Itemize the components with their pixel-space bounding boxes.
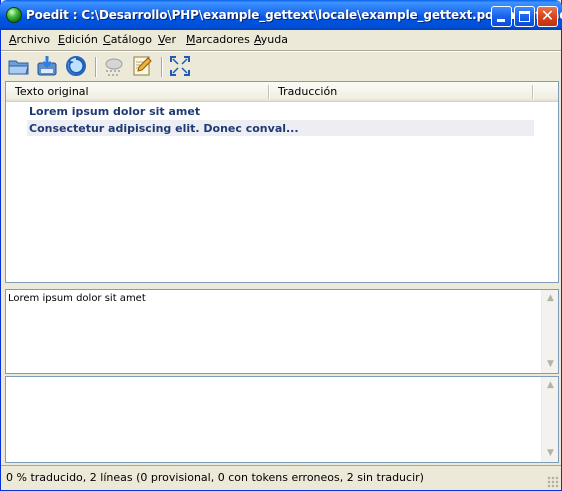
- window-title: Poedit : C:\Desarrollo\PHP\example_gette…: [26, 8, 562, 22]
- toolbar-separator: [95, 57, 97, 77]
- maximize-icon: [519, 11, 530, 22]
- fullscreen-button[interactable]: [168, 54, 192, 78]
- toolbar-separator-2: [161, 57, 163, 77]
- column-divider[interactable]: [268, 85, 270, 99]
- save-button[interactable]: [35, 54, 59, 78]
- column-divider-2[interactable]: [532, 85, 534, 99]
- status-bar: 0 % traducido, 2 líneas (0 provisional, …: [1, 465, 561, 490]
- menu-marcadores[interactable]: Marcadores: [186, 33, 250, 46]
- column-header-original[interactable]: Texto original: [15, 85, 89, 98]
- translation-text-pane[interactable]: ▲ ▼: [5, 376, 559, 463]
- app-window: Poedit : C:\Desarrollo\PHP\example_gette…: [0, 0, 562, 491]
- toolbar: [1, 52, 561, 80]
- list-row[interactable]: Consectetur adipiscing elit. Donec conva…: [27, 120, 534, 136]
- entries-list[interactable]: Texto original Traducción Lorem ipsum do…: [5, 81, 559, 283]
- source-text-pane[interactable]: Lorem ipsum dolor sit amet ▲ ▼: [5, 289, 559, 374]
- source-text: Lorem ipsum dolor sit amet: [8, 293, 146, 304]
- edit-comment-icon: [133, 56, 152, 76]
- translation-scrollbar[interactable]: ▲ ▼: [541, 377, 558, 462]
- status-text: 0 % traducido, 2 líneas (0 provisional, …: [6, 471, 424, 484]
- validate-button[interactable]: [101, 54, 125, 78]
- row-original-text: Lorem ipsum dolor sit amet: [29, 105, 201, 118]
- list-row[interactable]: Lorem ipsum dolor sit amet: [27, 103, 534, 119]
- scroll-up-icon[interactable]: ▲: [543, 378, 558, 393]
- maximize-button[interactable]: [514, 6, 535, 27]
- menu-ayuda[interactable]: Ayuda: [254, 33, 288, 46]
- minimize-icon: [497, 19, 505, 22]
- comment-button[interactable]: [130, 54, 154, 78]
- open-button[interactable]: [7, 54, 31, 78]
- title-bar[interactable]: Poedit : C:\Desarrollo\PHP\example_gette…: [0, 0, 562, 30]
- minimize-button[interactable]: [491, 6, 512, 27]
- validate-icon: [105, 58, 123, 76]
- save-icon: [37, 56, 57, 76]
- menu-archivo[interactable]: Archivo: [9, 33, 50, 46]
- list-header: Texto original Traducción: [6, 82, 558, 102]
- row-original-text: Consectetur adipiscing elit. Donec conva…: [29, 122, 299, 135]
- column-header-translation[interactable]: Traducción: [278, 85, 337, 98]
- menu-catalogo[interactable]: Catálogo: [103, 33, 152, 46]
- resize-grip-icon[interactable]: [547, 476, 559, 488]
- scroll-down-icon[interactable]: ▼: [543, 446, 558, 461]
- fullscreen-icon: [170, 56, 190, 76]
- update-catalog-icon: [66, 56, 86, 76]
- scroll-down-icon[interactable]: ▼: [543, 357, 558, 372]
- update-button[interactable]: [64, 54, 88, 78]
- close-icon: ✕: [540, 6, 555, 25]
- open-folder-icon: [8, 60, 29, 75]
- source-scrollbar[interactable]: ▲ ▼: [541, 290, 558, 373]
- close-button[interactable]: ✕: [537, 6, 558, 27]
- menu-edicion[interactable]: Edición: [58, 33, 98, 46]
- poedit-app-icon: [6, 7, 22, 23]
- menu-bar: Archivo Edición Catálogo Ver Marcadores …: [1, 30, 561, 50]
- menu-ver[interactable]: Ver: [158, 33, 176, 46]
- scroll-up-icon[interactable]: ▲: [543, 291, 558, 306]
